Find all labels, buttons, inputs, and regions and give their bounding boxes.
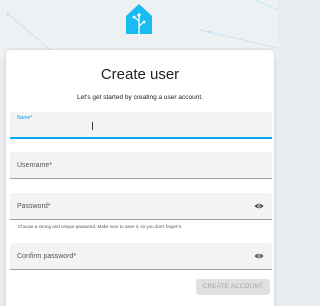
home-assistant-logo-icon [126, 4, 152, 34]
username-field-label: Username* [17, 162, 53, 169]
name-field-label: Name* [17, 115, 33, 121]
eye-icon[interactable] [254, 202, 264, 210]
name-field[interactable]: Name* [10, 112, 272, 139]
text-cursor [92, 122, 93, 130]
password-field[interactable]: Password* [10, 193, 272, 220]
username-field[interactable]: Username* [10, 152, 272, 179]
confirm-password-field-label: Confirm password* [17, 253, 77, 260]
create-user-card: Create user Let's get started by creatin… [6, 50, 274, 306]
create-account-button[interactable]: CREATE ACCOUNT [196, 279, 270, 295]
password-field-label: Password* [17, 203, 51, 210]
name-input[interactable] [17, 124, 237, 131]
page-subtitle: Let's get started by creating a user acc… [77, 94, 203, 101]
page-title: Create user [100, 66, 180, 83]
password-helper-text: Choose a strong and unique password. Mak… [18, 224, 182, 229]
eye-icon[interactable] [254, 252, 264, 260]
confirm-password-field[interactable]: Confirm password* [10, 243, 272, 270]
